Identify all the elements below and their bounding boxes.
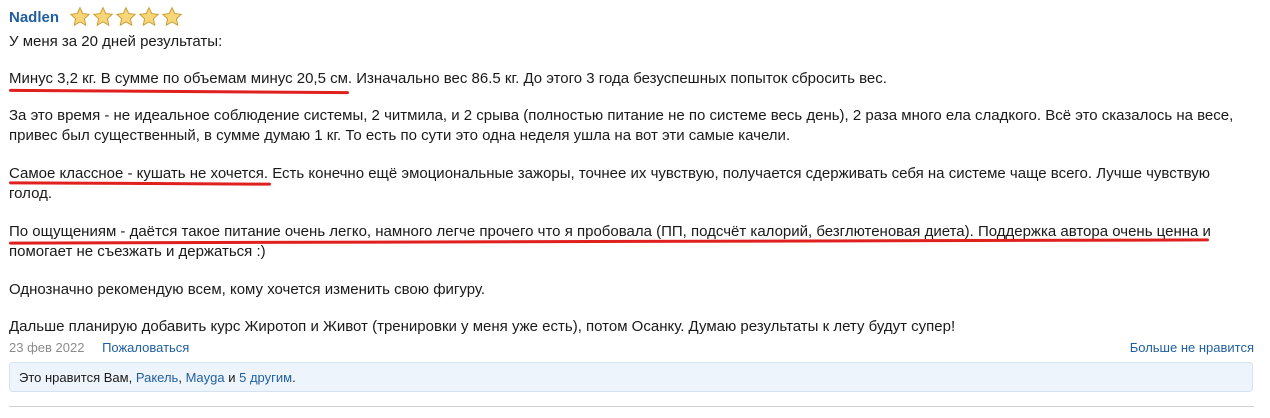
star-icon — [69, 6, 91, 27]
review-post: Nadlen У меня за 20 дней результаты: Мин… — [8, 0, 1259, 418]
like-user-link[interactable]: Ракель — [136, 370, 178, 385]
likes-and: и — [228, 370, 236, 385]
star-icon — [115, 6, 137, 27]
star-icon — [138, 6, 160, 27]
author-name[interactable]: Nadlen — [9, 9, 59, 26]
likes-suffix: . — [292, 370, 296, 385]
post-header: Nadlen — [9, 6, 183, 28]
post-meta: 23 фев 2022 Пожаловаться Больше не нрави… — [9, 340, 1254, 360]
likes-separator: , — [178, 370, 182, 385]
review-paragraph: За это время - не идеальное соблюдение с… — [9, 107, 1234, 144]
likes-others-link[interactable]: 5 другим — [239, 370, 292, 385]
review-paragraph: Дальше планирую добавить курс Жиротоп и … — [9, 318, 956, 335]
review-paragraph: Минус 3,2 кг. В сумме по объемам минус 2… — [9, 70, 887, 87]
likes-prefix: Это нравится Вам, — [19, 370, 133, 385]
highlight-underline — [8, 88, 350, 95]
post-divider — [9, 406, 1254, 407]
review-paragraph: Однозначно рекомендую всем, кому хочется… — [9, 281, 486, 298]
likes-box: Это нравится Вам, Ракель, Mayga и 5 друг… — [9, 362, 1253, 392]
report-link[interactable]: Пожаловаться — [102, 340, 189, 355]
unlike-link[interactable]: Больше не нравится — [1130, 340, 1254, 355]
review-paragraph: У меня за 20 дней результаты: — [9, 33, 223, 50]
star-icon — [161, 6, 183, 27]
rating-stars — [69, 6, 183, 28]
post-date: 23 фев 2022 — [9, 340, 85, 355]
like-user-link[interactable]: Mayga — [186, 370, 225, 385]
star-icon — [92, 6, 114, 27]
